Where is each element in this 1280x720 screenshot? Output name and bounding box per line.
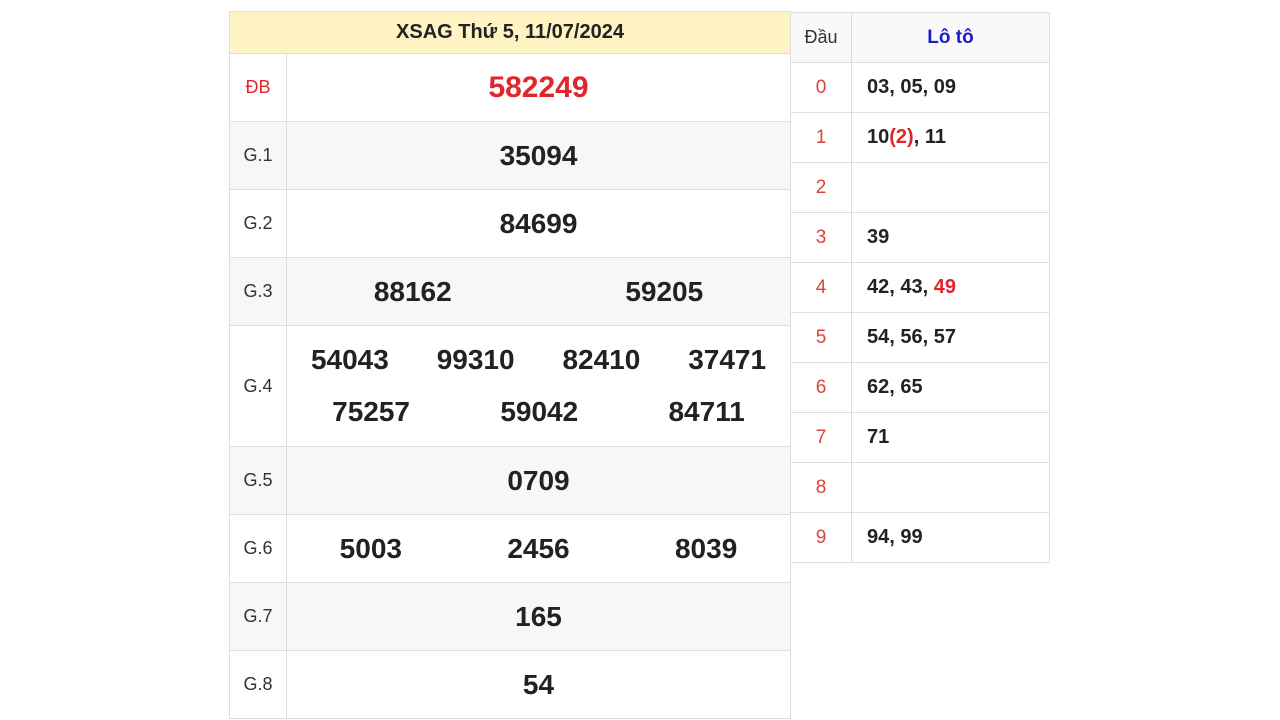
- prize-number: 54: [522, 668, 555, 700]
- prize-number: 82410: [562, 344, 641, 375]
- loto-values: 54, 56, 57: [851, 312, 1050, 363]
- loto-table: Đầu Lô tô 0 03, 05, 09 1 10(2), 11 2 3 39 4 42, …: [790, 12, 1050, 563]
- prize-row: G.5 0709: [229, 446, 791, 515]
- loto-row: 4 42, 43, 49: [790, 262, 1050, 313]
- prize-label: G.3: [229, 257, 287, 326]
- loto-head-digit: 6: [790, 362, 852, 413]
- prize-number: 8039: [674, 532, 738, 564]
- prize-row: G.8 54: [229, 650, 791, 719]
- prize-number: 2456: [507, 532, 570, 564]
- prize-numbers: 165: [286, 582, 791, 651]
- loto-value-highlight: (2): [889, 126, 914, 148]
- loto-header: Lô tô: [851, 12, 1050, 63]
- prize-number: 84699: [499, 207, 578, 239]
- loto-value: 03, 05, 09: [867, 76, 956, 98]
- prize-row: G.1 35094: [229, 121, 791, 190]
- prize-label: G.1: [229, 121, 287, 190]
- loto-head-digit: 8: [790, 462, 852, 513]
- prize-row: G.2 84699: [229, 189, 791, 258]
- loto-head-digit: 1: [790, 112, 852, 163]
- loto-values: 39: [851, 212, 1050, 263]
- lottery-results-table: XSAG Thứ 5, 11/07/2024 ĐB 582249 G.1 35094 G…: [229, 11, 791, 719]
- loto-values: 94, 99: [851, 512, 1050, 563]
- loto-value-highlight: 49: [933, 276, 956, 298]
- prize-numbers: 582249: [286, 53, 791, 122]
- loto-row: 8: [790, 462, 1050, 513]
- loto-value: , 11: [913, 126, 946, 148]
- prize-number: 54043: [310, 344, 389, 375]
- loto-row: 6 62, 65: [790, 362, 1050, 413]
- loto-row: 9 94, 99: [790, 512, 1050, 563]
- loto-row: 5 54, 56, 57: [790, 312, 1050, 363]
- loto-values: 62, 65: [851, 362, 1050, 413]
- prize-number: 35094: [499, 139, 578, 171]
- special-prize-number: 582249: [488, 70, 589, 104]
- loto-row: 3 39: [790, 212, 1050, 263]
- loto-value: 42, 43,: [867, 276, 934, 298]
- loto-value: 10: [867, 126, 890, 148]
- loto-row: 7 71: [790, 412, 1050, 463]
- loto-row: 1 10(2), 11: [790, 112, 1050, 163]
- prize-row: G.4 54043 99310 82410 37471 75257 59042 84711: [229, 325, 791, 447]
- loto-values: 03, 05, 09: [851, 62, 1050, 113]
- loto-head-digit: 2: [790, 162, 852, 213]
- prize-numbers: 84699: [286, 189, 791, 258]
- loto-value: 71: [867, 426, 890, 448]
- loto-head-digit: 0: [790, 62, 852, 113]
- prize-row: G.3 88162 59205: [229, 257, 791, 326]
- prize-number: 0709: [507, 464, 570, 496]
- prize-numbers: 54: [286, 650, 791, 719]
- loto-head-digit: 4: [790, 262, 852, 313]
- prize-number: 37471: [688, 344, 767, 375]
- prize-label: G.8: [229, 650, 287, 719]
- loto-head-digit: 7: [790, 412, 852, 463]
- loto-values: 42, 43, 49: [851, 262, 1050, 313]
- prize-label: ĐB: [229, 53, 287, 122]
- loto-value: 39: [867, 226, 890, 248]
- loto-value: 54, 56, 57: [867, 326, 956, 348]
- loto-values: 10(2), 11: [851, 112, 1050, 163]
- prize-numbers: 35094: [286, 121, 791, 190]
- prize-label: G.4: [229, 325, 287, 447]
- prize-number: 59042: [500, 396, 579, 427]
- prize-numbers: 88162 59205: [286, 257, 791, 326]
- prize-number: 84711: [668, 396, 745, 427]
- prize-number: 99310: [436, 344, 515, 375]
- dau-header: Đầu: [790, 12, 852, 63]
- prize-label: G.6: [229, 514, 287, 583]
- prize-label: G.7: [229, 582, 287, 651]
- prize-row: G.7 165: [229, 582, 791, 651]
- loto-head-digit: 5: [790, 312, 852, 363]
- prize-row: G.6 5003 2456 8039: [229, 514, 791, 583]
- results-title-row: XSAG Thứ 5, 11/07/2024: [229, 11, 791, 54]
- loto-values: 71: [851, 412, 1050, 463]
- loto-header-row: Đầu Lô tô: [790, 12, 1050, 63]
- prize-number: 5003: [339, 532, 402, 564]
- prize-number: 165: [515, 600, 562, 632]
- prize-numbers: 0709: [286, 446, 791, 515]
- loto-head-digit: 3: [790, 212, 852, 263]
- prize-numbers: 5003 2456 8039: [286, 514, 791, 583]
- prize-number: 59205: [625, 275, 704, 307]
- loto-values: [851, 162, 1050, 213]
- prize-number: 75257: [332, 396, 411, 427]
- loto-head-digit: 9: [790, 512, 852, 563]
- prize-numbers: 54043 99310 82410 37471 75257 59042 84711: [286, 325, 791, 447]
- loto-row: 2: [790, 162, 1050, 213]
- loto-row: 0 03, 05, 09: [790, 62, 1050, 113]
- loto-value: 62, 65: [867, 376, 923, 398]
- loto-value: 94, 99: [867, 526, 923, 548]
- loto-values: [851, 462, 1050, 513]
- prize-row: ĐB 582249: [229, 53, 791, 122]
- results-title: XSAG Thứ 5, 11/07/2024: [229, 11, 791, 54]
- prize-label: G.5: [229, 446, 287, 515]
- prize-label: G.2: [229, 189, 287, 258]
- prize-number: 88162: [373, 275, 452, 307]
